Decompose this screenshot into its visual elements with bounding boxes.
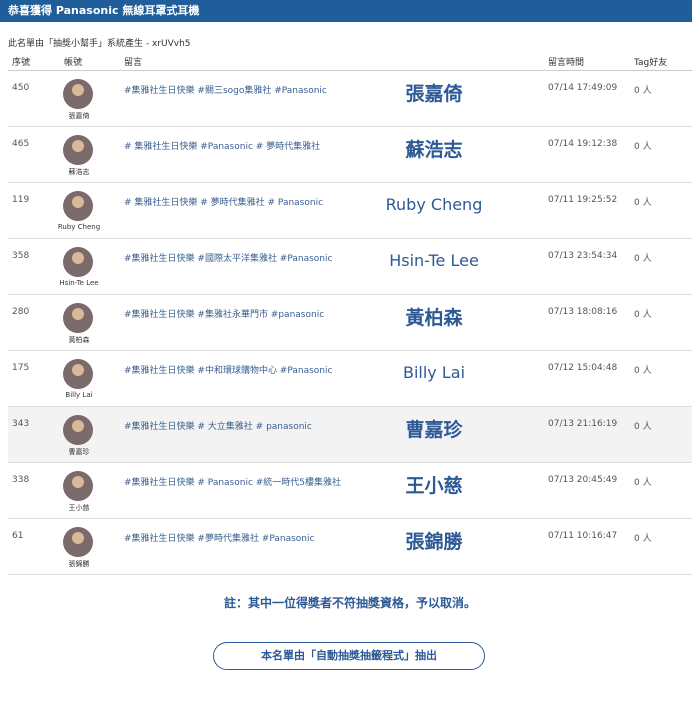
winner-name: Hsin-Te Lee — [389, 251, 479, 270]
disqualification-note: 註：其中一位得獎者不符抽獎資格，予以取消。 — [223, 596, 476, 610]
table-row: 280 黃柏森 #集雅社生日快樂 #集雅社永華門市 #panasonic 黃柏森 07/… — [8, 295, 692, 351]
winner-name: Billy Lai — [402, 363, 466, 382]
header-title: 恭喜獲得 Panasonic 無線耳罩式耳機 — [8, 4, 200, 17]
table-row: 61 張錦勝 #集雅社生日快樂 #夢時代集雅社 #Panasonic 張錦勝 07/11… — [8, 519, 692, 575]
winner-name: 張錦勝 — [405, 531, 463, 553]
avatar[interactable] — [63, 191, 93, 221]
page-header: 恭喜獲得 Panasonic 無線耳罩式耳機 — [0, 0, 692, 22]
row-time: 07/13 23:54:34 — [548, 251, 618, 261]
avatar[interactable] — [63, 247, 93, 277]
row-tag-count: 0 人 — [634, 310, 652, 320]
row-tag-count: 0 人 — [634, 254, 652, 264]
winner-name: 蘇浩志 — [405, 139, 463, 161]
row-seq: 61 — [12, 531, 24, 541]
winner-name: 張嘉倚 — [405, 83, 463, 105]
row-comment: #集雅社生日快樂 # Panasonic #統一時代5樓集雅社 — [124, 478, 342, 488]
row-username[interactable]: 黃柏森 — [56, 335, 102, 345]
winners-table: 序號 帳號 留言 留言時間 Tag好友 450 張嘉倚 #集雅社生日快樂 #關三so… — [8, 52, 692, 575]
row-tag-count: 0 人 — [634, 86, 652, 96]
row-time: 07/11 19:25:52 — [548, 195, 618, 205]
draw-program-badge[interactable]: 本名單由「自動抽獎抽籤程式」抽出 — [213, 642, 485, 670]
row-tag-count: 0 人 — [634, 422, 652, 432]
row-comment: #集雅社生日快樂 #中和環球購物中心 #Panasonic — [124, 366, 333, 376]
row-time: 07/12 15:04:48 — [548, 363, 618, 373]
avatar[interactable] — [63, 527, 93, 557]
row-seq: 358 — [12, 251, 30, 261]
table-row: 465 蘇浩志 # 集雅社生日快樂 #Panasonic # 夢時代集雅社 蘇浩志 07… — [8, 127, 692, 183]
table-row: 119 Ruby Cheng # 集雅社生日快樂 # 夢時代集雅社 # Panaso… — [8, 183, 692, 239]
winner-name: Ruby Cheng — [385, 195, 483, 214]
list-source-note: 此名單由「抽獎小幫手」系統產生 - xrUVvh5 — [8, 39, 191, 49]
row-username[interactable]: Billy Lai — [56, 391, 102, 399]
row-seq: 175 — [12, 363, 30, 373]
row-time: 07/13 20:45:49 — [548, 475, 618, 485]
row-username[interactable]: 張嘉倚 — [56, 111, 102, 121]
row-tag-count: 0 人 — [634, 142, 652, 152]
table-row: 175 Billy Lai #集雅社生日快樂 #中和環球購物中心 #Panasoni… — [8, 351, 692, 407]
row-time: 07/11 10:16:47 — [548, 531, 618, 541]
avatar[interactable] — [63, 303, 93, 333]
row-seq: 119 — [12, 195, 30, 205]
row-tag-count: 0 人 — [634, 198, 652, 208]
col-time: 留言時間 — [548, 58, 585, 68]
row-comment: # 集雅社生日快樂 # 夢時代集雅社 # Panasonic — [124, 198, 324, 208]
row-time: 07/13 18:08:16 — [548, 307, 618, 317]
row-comment: #集雅社生日快樂 # 大立集雅社 # panasonic — [124, 422, 312, 432]
row-username[interactable]: 張錦勝 — [56, 559, 102, 569]
table-row: 338 王小慈 #集雅社生日快樂 # Panasonic #統一時代5樓集雅社 王小慈… — [8, 463, 692, 519]
winner-name: 曹嘉珍 — [405, 419, 463, 441]
row-username[interactable]: Hsin-Te Lee — [56, 279, 102, 287]
row-username[interactable]: 蘇浩志 — [56, 167, 102, 177]
col-comment: 留言 — [124, 58, 143, 68]
row-username[interactable]: Ruby Cheng — [56, 223, 102, 231]
table-row: 450 張嘉倚 #集雅社生日快樂 #關三sogo集雅社 #Panasonic 張嘉倚 0… — [8, 71, 692, 127]
row-username[interactable]: 王小慈 — [56, 503, 102, 513]
table-row: 343 曹嘉珍 #集雅社生日快樂 # 大立集雅社 # panasonic 曹嘉珍 07/… — [8, 407, 692, 463]
avatar[interactable] — [63, 79, 93, 109]
row-seq: 280 — [12, 307, 30, 317]
row-tag-count: 0 人 — [634, 534, 652, 544]
row-tag-count: 0 人 — [634, 478, 652, 488]
avatar[interactable] — [63, 471, 93, 501]
row-time: 07/13 21:16:19 — [548, 419, 618, 429]
winner-name: 王小慈 — [405, 475, 463, 497]
col-tag: Tag好友 — [634, 58, 668, 68]
row-seq: 450 — [12, 83, 30, 93]
row-comment: # 集雅社生日快樂 #Panasonic # 夢時代集雅社 — [124, 142, 321, 152]
row-time: 07/14 19:12:38 — [548, 139, 618, 149]
table-row: 358 Hsin-Te Lee #集雅社生日快樂 #國際太平洋集雅社 #Panaso… — [8, 239, 692, 295]
row-username[interactable]: 曹嘉珍 — [56, 447, 102, 457]
row-seq: 343 — [12, 419, 30, 429]
table-header: 序號 帳號 留言 留言時間 Tag好友 — [8, 52, 692, 71]
row-time: 07/14 17:49:09 — [548, 83, 618, 93]
row-comment: #集雅社生日快樂 #夢時代集雅社 #Panasonic — [124, 534, 315, 544]
row-comment: #集雅社生日快樂 #集雅社永華門市 #panasonic — [124, 310, 325, 320]
winner-name: 黃柏森 — [405, 307, 463, 329]
col-account: 帳號 — [64, 58, 83, 68]
row-tag-count: 0 人 — [634, 366, 652, 376]
row-seq: 465 — [12, 139, 30, 149]
row-comment: #集雅社生日快樂 #關三sogo集雅社 #Panasonic — [124, 86, 327, 96]
row-seq: 338 — [12, 475, 30, 485]
avatar[interactable] — [63, 359, 93, 389]
row-comment: #集雅社生日快樂 #國際太平洋集雅社 #Panasonic — [124, 254, 333, 264]
avatar[interactable] — [63, 415, 93, 445]
col-seq: 序號 — [12, 58, 31, 68]
avatar[interactable] — [63, 135, 93, 165]
